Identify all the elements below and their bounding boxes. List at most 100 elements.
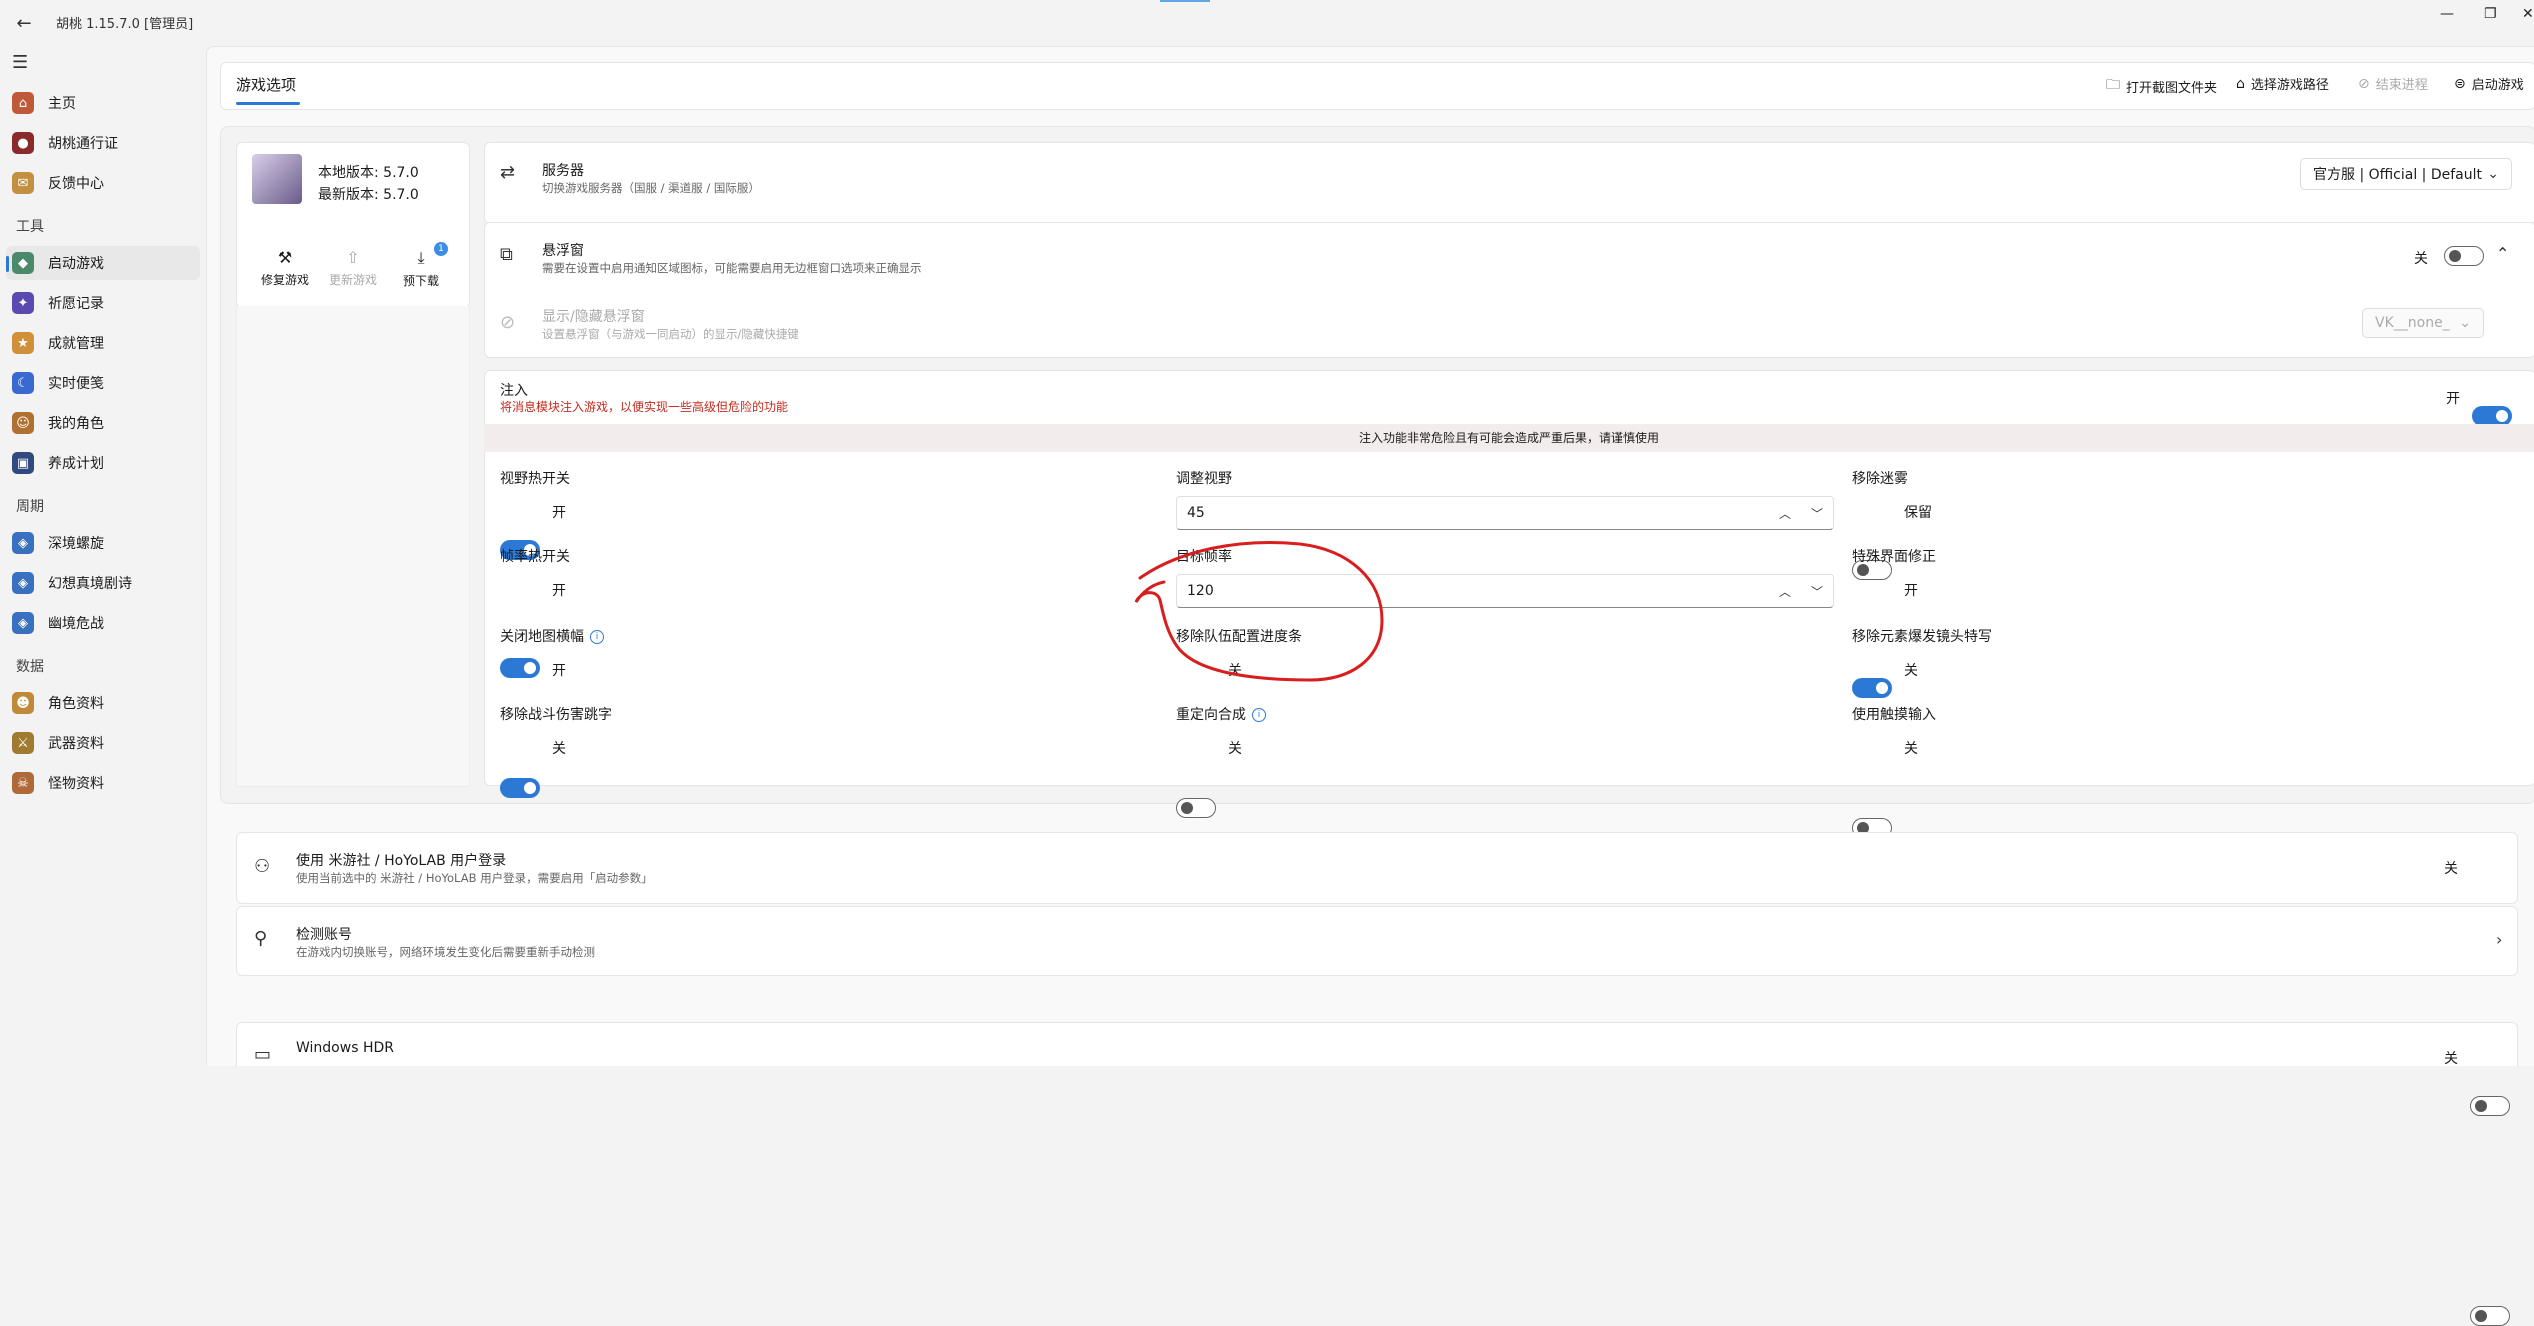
update-game-button[interactable]: ⇧ 更新游戏	[318, 248, 388, 288]
hoyolab-login-row	[236, 832, 2518, 904]
repair-icon: ⚒	[277, 248, 293, 267]
fps-toggle-label: 开	[552, 583, 566, 599]
character-data-icon: ☻	[12, 692, 34, 714]
injection-toggle[interactable]	[2472, 406, 2512, 426]
my-character-icon: ☺	[12, 412, 34, 434]
sidebar-item-achievement[interactable]: ★ 成就管理	[6, 326, 200, 360]
chevron-up-icon[interactable]: ⌃	[2496, 244, 2509, 263]
touch-input-label: 关	[1904, 741, 1918, 757]
minimize-icon[interactable]: —	[2440, 6, 2454, 22]
menu-icon[interactable]: ☰	[12, 52, 28, 73]
injection-warning: 注入功能非常危险且有可能会造成严重后果，请谨慎使用	[484, 424, 2534, 452]
close-map-banner-label: 开	[552, 663, 566, 679]
info-icon[interactable]: i	[1252, 708, 1266, 722]
sidebar-item-wish-record[interactable]: ✦ 祈愿记录	[6, 286, 200, 320]
floating-toggle[interactable]	[2444, 246, 2484, 266]
remove-fog-title: 移除迷雾	[1852, 471, 1908, 487]
annotation-circle	[1134, 541, 1384, 682]
fov-toggle-title: 视野热开关	[500, 471, 570, 487]
close-map-banner-toggle[interactable]	[500, 778, 540, 798]
sidebar-item-home[interactable]: ⌂ 主页	[6, 86, 200, 120]
window-title: 胡桃 1.15.7.0 [管理员]	[56, 17, 194, 32]
sidebar-item-theater[interactable]: ◈ 幻想真境剧诗	[6, 566, 200, 600]
sidebar-item-feedback[interactable]: ✉ 反馈中心	[6, 166, 200, 200]
repair-game-button[interactable]: ⚒ 修复游戏	[250, 248, 320, 288]
swap-icon: ⇄	[500, 162, 516, 183]
back-arrow-icon[interactable]: ←	[12, 12, 36, 36]
choose-game-path-button[interactable]: ⌂ 选择游戏路径	[2236, 74, 2329, 94]
floating-hotkey-select[interactable]: VK__none_ ⌄	[2362, 308, 2484, 338]
sidebar-item-stygian[interactable]: ◈ 幽境危战	[6, 606, 200, 640]
open-screenshot-folder-button[interactable]: 🗀 打开截图文件夹	[2106, 74, 2217, 98]
login-toggle[interactable]	[2470, 1096, 2510, 1116]
sidebar-section-cycle: 周期	[16, 499, 44, 515]
gamepad-icon: ⊜	[2454, 75, 2466, 92]
sidebar-item-my-character[interactable]: ☺ 我的角色	[6, 406, 200, 440]
sidebar-item-cultivation-plan[interactable]: ▣ 养成计划	[6, 446, 200, 480]
chevron-right-icon[interactable]: ›	[2496, 930, 2502, 949]
eye-off-icon: ⊘	[500, 312, 516, 333]
close-icon[interactable]: ✕	[2522, 6, 2534, 22]
version-list-area	[236, 306, 470, 787]
remove-team-progress-toggle[interactable]	[1176, 798, 1216, 818]
injection-desc: 将消息模块注入游戏，以便实现一些高级但危险的功能	[500, 400, 789, 414]
monitor-icon: ▭	[254, 1044, 272, 1065]
wish-record-icon: ✦	[12, 292, 34, 314]
page-title-underline	[236, 102, 300, 105]
block-icon: ⊘	[2358, 75, 2370, 92]
floating-toggle-label: 关	[2414, 251, 2428, 267]
sidebar-item-realtime-note[interactable]: ☾ 实时便笺	[6, 366, 200, 400]
folder-icon: 🗀	[2106, 77, 2120, 93]
sidebar-item-character-data[interactable]: ☻ 角色资料	[6, 686, 200, 720]
windows-hdr-row	[236, 1022, 2518, 1066]
special-ui-toggle[interactable]	[1852, 678, 1892, 698]
special-ui-title: 特殊界面修正	[1852, 549, 1936, 565]
floating-window-icon: ⧉	[500, 244, 513, 265]
maximize-icon[interactable]: ❐	[2484, 6, 2497, 22]
chevron-up-icon[interactable]: ︿	[1779, 505, 1791, 522]
home-icon: ⌂	[12, 92, 34, 114]
chevron-up-icon[interactable]: ︿	[1779, 583, 1791, 600]
chevron-down-icon: ⌄	[2459, 315, 2471, 331]
injection-title: 注入	[500, 383, 528, 399]
sidebar-item-launch-game[interactable]: ◆ 启动游戏	[6, 246, 200, 280]
fov-input[interactable]: 45 ︿ ﹀	[1176, 496, 1834, 530]
achievement-icon: ★	[12, 332, 34, 354]
login-desc: 使用当前选中的 米游社 / HoYoLAB 用户登录，需要启用「启动参数」	[296, 871, 653, 885]
end-process-button[interactable]: ⊘ 结束进程	[2358, 74, 2428, 94]
sidebar-item-spiral-abyss[interactable]: ◈ 深境螺旋	[6, 526, 200, 560]
chevron-down-icon[interactable]: ﹀	[1811, 505, 1823, 522]
chevron-down-icon[interactable]: ﹀	[1811, 583, 1823, 600]
remove-damage-text-title: 移除战斗伤害跳字	[500, 707, 612, 723]
floating-hotkey-desc: 设置悬浮窗（与游戏一同启动）的显示/隐藏快捷键	[542, 327, 799, 341]
account-search-icon: ⚲	[254, 928, 268, 949]
weapon-data-icon: ⚔	[12, 732, 34, 754]
floating-title: 悬浮窗	[542, 243, 584, 259]
floating-hotkey-title: 显示/隐藏悬浮窗	[542, 309, 645, 325]
realtime-note-icon: ☾	[12, 372, 34, 394]
monster-data-icon: ☠	[12, 772, 34, 794]
sidebar-item-weapon-data[interactable]: ⚔ 武器资料	[6, 726, 200, 760]
cultivation-plan-icon: ▣	[12, 452, 34, 474]
fov-toggle-label: 开	[552, 505, 566, 521]
hdr-toggle-label: 关	[2444, 1051, 2458, 1067]
close-map-banner-title: 关闭地图横幅 i	[500, 626, 604, 646]
info-icon[interactable]: i	[590, 630, 604, 644]
launch-game-button[interactable]: ⊜ 启动游戏	[2454, 74, 2524, 94]
sidebar-section-data: 数据	[16, 659, 44, 675]
account-check-desc: 在游戏内切换账号，网络环境发生变化后需要重新手动检测	[296, 945, 595, 959]
server-select[interactable]: 官方服 | Official | Default ⌄	[2300, 158, 2512, 190]
active-indicator	[6, 256, 9, 272]
server-row	[484, 142, 2534, 224]
theater-icon: ◈	[12, 572, 34, 594]
sidebar-item-passport[interactable]: ● 胡桃通行证	[6, 126, 200, 160]
upload-icon: ⇧	[346, 248, 360, 267]
fps-toggle[interactable]	[500, 658, 540, 678]
remove-burst-cam-label: 关	[1904, 663, 1918, 679]
touch-input-title: 使用触摸输入	[1852, 707, 1936, 723]
redirect-craft-label: 关	[1228, 741, 1242, 757]
window-top-indicator	[1160, 0, 1210, 2]
sidebar-item-monster-data[interactable]: ☠ 怪物资料	[6, 766, 200, 800]
hdr-toggle[interactable]	[2470, 1306, 2510, 1326]
account-check-row[interactable]	[236, 906, 2518, 976]
